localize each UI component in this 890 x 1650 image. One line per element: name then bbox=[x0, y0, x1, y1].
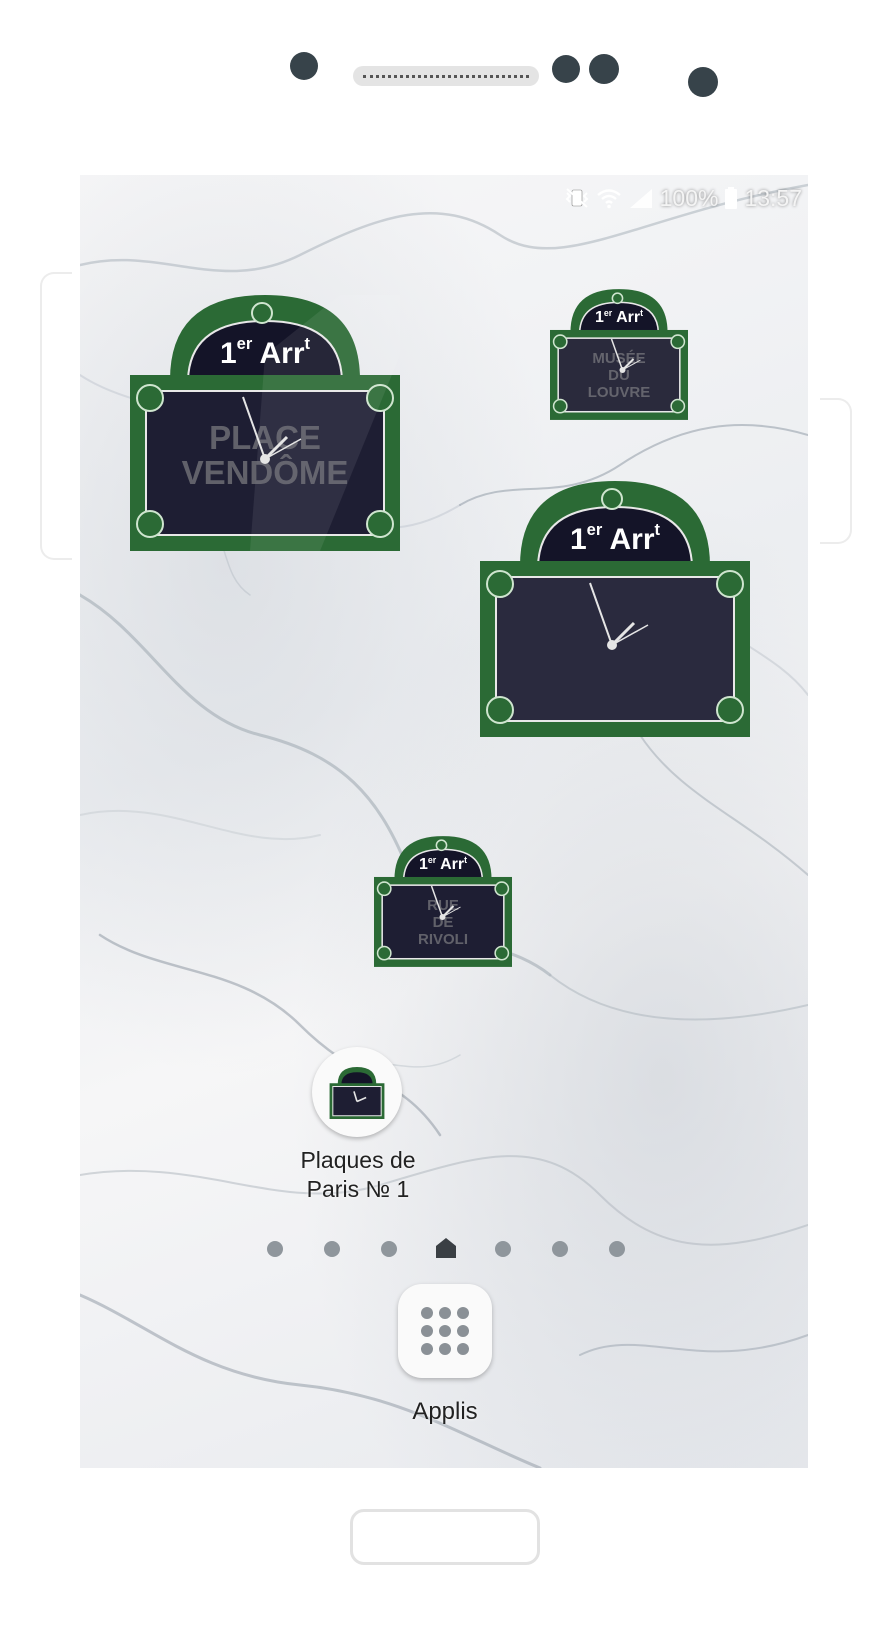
battery-percent: 100% bbox=[659, 184, 719, 211]
page-dot[interactable] bbox=[495, 1241, 511, 1257]
arr-sup: er bbox=[236, 334, 253, 353]
arr-word-sup: t bbox=[304, 334, 311, 353]
app-icon-plaques-de-paris[interactable] bbox=[312, 1047, 402, 1137]
home-page-icon[interactable] bbox=[435, 1237, 457, 1259]
arr-sup: er bbox=[427, 854, 437, 865]
home-screen: 100% 13:57 1er Arrt PLACE VENDÔME 1er Ar… bbox=[80, 175, 808, 1468]
front-camera bbox=[552, 55, 580, 83]
arr-word: Arr bbox=[259, 337, 305, 370]
clock-hands bbox=[610, 338, 641, 373]
status-bar: 100% 13:57 bbox=[564, 185, 802, 211]
front-sensor bbox=[290, 52, 318, 80]
clock-widget-musee-du-louvre[interactable]: 1er Arrt MUSÉE DU LOUVRE bbox=[550, 288, 688, 421]
clock-hands bbox=[430, 885, 461, 920]
arr-sup: er bbox=[586, 520, 603, 539]
arr-word: Arr bbox=[609, 523, 655, 556]
page-dot[interactable] bbox=[267, 1241, 283, 1257]
home-button[interactable] bbox=[350, 1509, 540, 1565]
apps-grid-icon bbox=[421, 1307, 469, 1355]
arr-num: 1 bbox=[219, 337, 237, 370]
clock-widget-rue-de-rivoli[interactable]: 1er Arrt RUE DE RIVOLI bbox=[374, 835, 512, 968]
apps-label[interactable]: Applis bbox=[380, 1398, 510, 1426]
clock-hands bbox=[589, 582, 649, 650]
arr-sup: er bbox=[603, 307, 613, 318]
signal-icon bbox=[629, 189, 652, 208]
sign-thumbnail-icon bbox=[329, 1067, 385, 1119]
arrondissement-label: 1er Arrt bbox=[584, 307, 654, 327]
clock-widget-blank[interactable]: 1er Arrt bbox=[480, 481, 750, 737]
arrondissement-label: 1er Arrt bbox=[200, 334, 330, 371]
mute-vibrate-icon bbox=[565, 188, 589, 208]
earpiece-speaker bbox=[353, 66, 539, 86]
page-dot[interactable] bbox=[381, 1241, 397, 1257]
front-sensor-2 bbox=[589, 54, 619, 84]
page-dot[interactable] bbox=[609, 1241, 625, 1257]
arr-word: Arr bbox=[616, 309, 641, 326]
proximity-sensor bbox=[688, 67, 718, 97]
app-label[interactable]: Plaques de Paris № 1 bbox=[272, 1146, 444, 1204]
clock-hands bbox=[242, 396, 302, 464]
street-line-3: RIVOLI bbox=[417, 931, 468, 948]
arr-word-sup: t bbox=[464, 854, 468, 865]
page-dot[interactable] bbox=[324, 1241, 340, 1257]
arrondissement-label: 1er Arrt bbox=[550, 520, 680, 557]
battery-icon bbox=[725, 187, 738, 209]
street-line-3: LOUVRE bbox=[587, 384, 651, 401]
arr-num: 1 bbox=[569, 523, 587, 556]
clock: 13:57 bbox=[744, 184, 802, 211]
arr-word: Arr bbox=[440, 856, 465, 873]
apps-drawer-button[interactable] bbox=[398, 1284, 492, 1378]
side-button-left bbox=[40, 272, 72, 560]
page-indicator bbox=[267, 1237, 627, 1261]
arr-word-sup: t bbox=[640, 307, 644, 318]
arr-word-sup: t bbox=[654, 520, 661, 539]
page-dot[interactable] bbox=[552, 1241, 568, 1257]
arr-num: 1 bbox=[594, 309, 604, 326]
arr-num: 1 bbox=[418, 856, 428, 873]
wifi-icon bbox=[596, 189, 621, 209]
arrondissement-label: 1er Arrt bbox=[408, 854, 478, 874]
clock-widget-place-vendome[interactable]: 1er Arrt PLACE VENDÔME bbox=[130, 295, 400, 551]
side-button-right bbox=[820, 398, 852, 544]
